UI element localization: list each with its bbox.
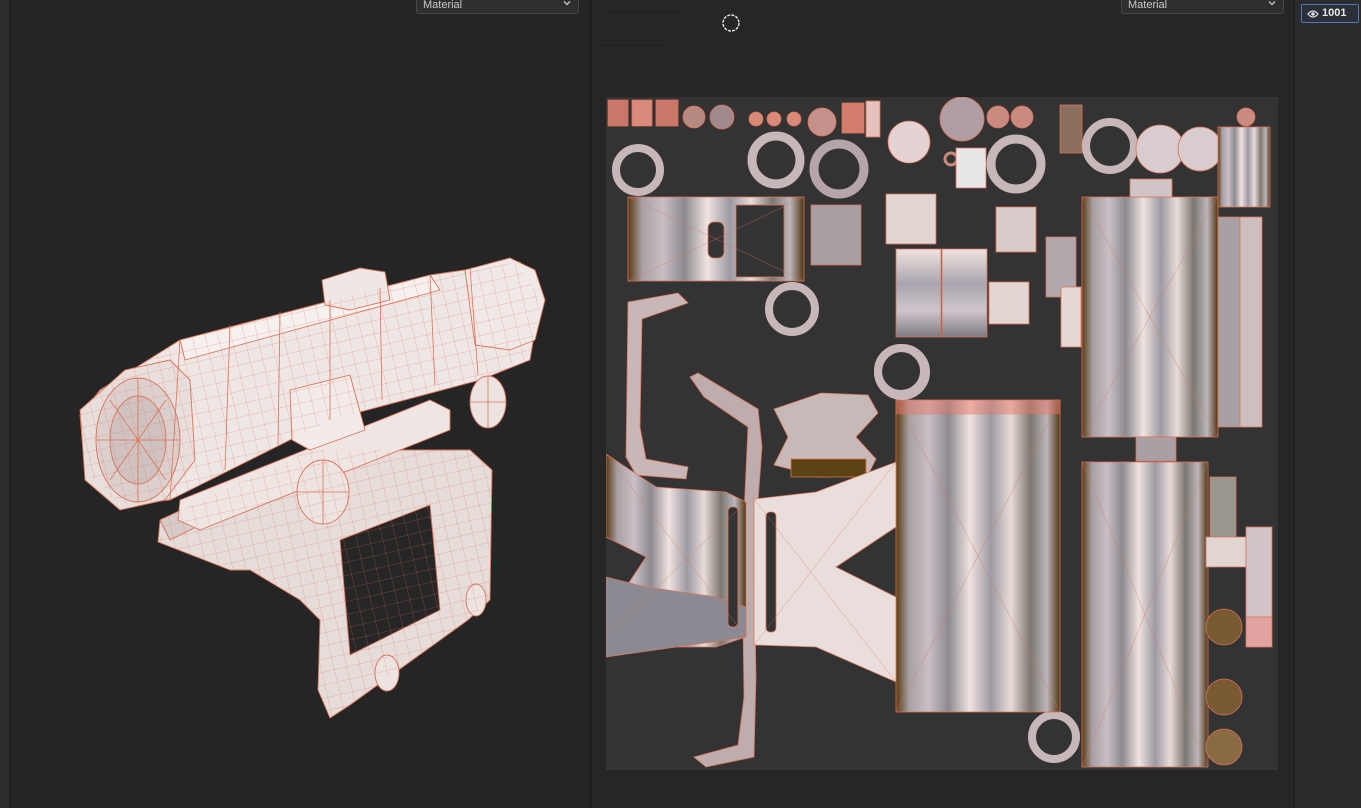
udim-tile-number: 1001 [1322,7,1347,19]
udim-panel [1294,0,1361,808]
uv-tile-1001[interactable] [605,96,1278,770]
ruler-line [602,45,664,46]
uv-islands [605,96,1273,768]
udim-tile-badge[interactable]: 1001 [1301,4,1359,23]
3d-viewport[interactable]: Material [10,0,590,808]
scope-mesh [79,257,546,719]
brush-cursor-icon [722,14,740,32]
eye-icon[interactable] [1307,9,1319,19]
chevron-down-icon [1268,1,1276,6]
dropdown-label: Material [1128,0,1168,11]
material-dropdown-uv[interactable]: Material [1121,0,1284,14]
ruler-line [606,11,678,12]
left-toolbar-edge [0,0,10,808]
